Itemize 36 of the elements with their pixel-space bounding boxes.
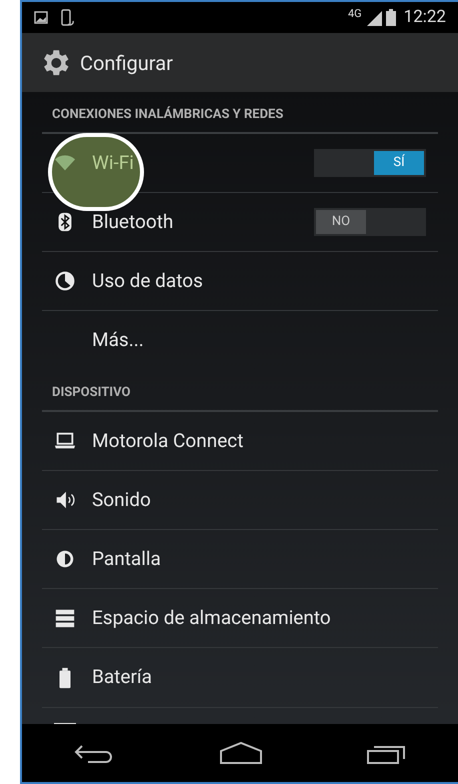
settings-row[interactable]: Sonido <box>42 471 438 530</box>
row-label: Espacio de almacenamiento <box>92 604 331 631</box>
settings-row[interactable]: Batería <box>42 648 438 707</box>
clock: 12:22 <box>404 6 446 29</box>
row-label: Wi-Fi <box>92 150 134 176</box>
speaker-icon <box>54 489 76 511</box>
settings-row[interactable]: Espacio de almacenamiento <box>42 589 438 648</box>
signal-icon <box>366 10 382 26</box>
row-label: Más... <box>92 327 144 354</box>
settings-row[interactable]: Uso de datos <box>42 252 438 311</box>
settings-row[interactable]: Motorola Connect <box>42 412 438 471</box>
storage-icon <box>54 607 76 629</box>
image-icon <box>34 11 48 24</box>
row-label: Batería <box>92 664 152 690</box>
switch-thumb: NO <box>316 210 366 234</box>
settings-row[interactable]: Pantalla <box>42 530 438 589</box>
section-header: DISPOSITIVO <box>52 384 130 402</box>
network-type: 4G <box>348 6 362 22</box>
row-label: Pantalla <box>92 546 161 572</box>
toggle-switch[interactable]: NO <box>314 208 426 236</box>
row-label: Sonido <box>92 486 151 513</box>
toggle-switch[interactable]: SÍ <box>314 149 426 177</box>
row-label: Motorola Connect <box>92 428 244 454</box>
battery-status-icon <box>386 9 396 26</box>
settings-row[interactable]: Bluetooth NO <box>42 193 438 252</box>
row-label: Uso de datos <box>92 268 203 294</box>
row-label: Bluetooth <box>92 208 174 235</box>
screen-title: Configurar <box>80 50 173 76</box>
brightness-icon <box>54 548 76 570</box>
home-icon[interactable] <box>218 741 263 765</box>
settings-row[interactable]: Más... <box>42 311 438 370</box>
switch-thumb: SÍ <box>374 151 424 175</box>
settings-row[interactable]: Wi-Fi SÍ <box>42 134 438 193</box>
pie-chart-icon <box>54 270 76 292</box>
phone-rotate-icon <box>60 8 74 26</box>
section-header: CONEXIONES INALÁMBRICAS Y REDES <box>52 105 284 124</box>
